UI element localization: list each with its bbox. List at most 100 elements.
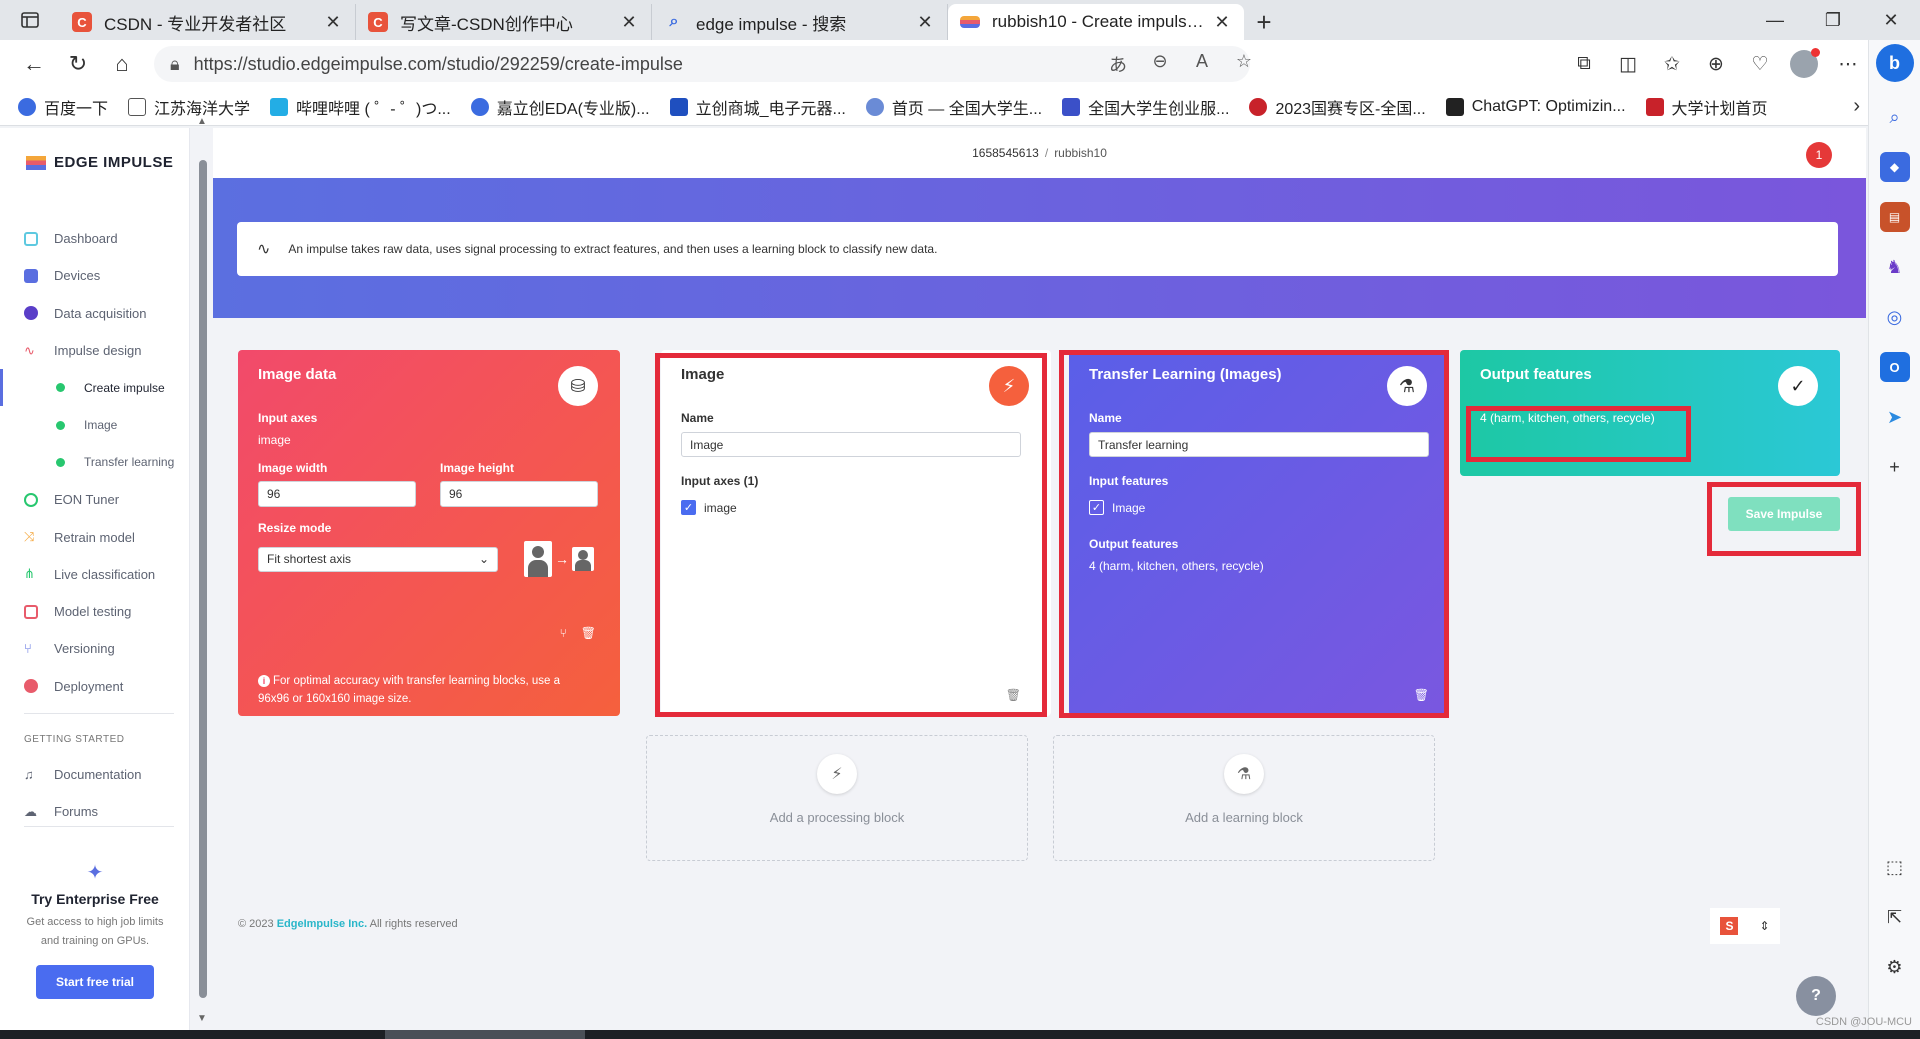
scroll-up-icon[interactable]: ▲ [197,116,207,127]
processing-name-input[interactable]: Image [681,432,1021,457]
lock-icon[interactable]: 🔒︎ [170,54,180,75]
bookmark-item[interactable]: 立创商城_电子元器... [669,95,846,119]
add-icon[interactable]: + [1880,452,1910,482]
add-learning-block-button[interactable]: ⚗︎ Add a learning block [1053,735,1435,861]
sidebar-item-model-testing[interactable]: Model testing [0,593,186,630]
bookmark-item[interactable]: 2023国赛专区-全国... [1249,95,1426,119]
start-free-trial-button[interactable]: Start free trial [36,965,154,999]
sidebar-item-impulse-design[interactable]: ∿ Impulse design [0,332,186,369]
bookmark-item[interactable]: 嘉立创EDA(专业版)... [470,95,650,119]
company-link[interactable]: EdgeImpulse Inc. [277,918,367,930]
resize-illustration-icon: → [524,541,594,577]
browser-tab-search[interactable]: ⌕ edge impulse - 搜索 ✕ [652,4,948,40]
outlook-icon[interactable]: O [1879,352,1910,382]
image-feature-checkbox[interactable]: ✓ [1089,500,1104,515]
favorites-icon[interactable]: ✩ [1650,44,1694,84]
sidebar-item-eon-tuner[interactable]: EON Tuner [0,481,186,518]
sidebar-item-forums[interactable]: ☁ Forums [0,793,186,830]
tab-actions-icon[interactable] [0,0,60,40]
restore-icon[interactable]: ❐ [1804,0,1862,40]
add-processing-block-button[interactable]: ⚡︎ Add a processing block [646,735,1028,861]
browser-tab-csdn-write[interactable]: C 写文章-CSDN创作中心 ✕ [356,4,652,40]
translate-icon[interactable]: あ [1100,51,1136,77]
scroll-down-icon[interactable]: ▼ [197,1013,207,1024]
browser-tab-edge-impulse[interactable]: rubbish10 - Create impulse - Edge ✕ [948,4,1244,40]
horizontal-scroll-thumb[interactable] [385,1030,585,1039]
scrollbar-thumb[interactable] [199,160,207,998]
trash-icon[interactable]: 🗑︎ [1006,688,1021,702]
m365-icon[interactable]: ◎ [1880,302,1910,332]
bookmark-item[interactable]: 江苏海洋大学 [128,95,250,119]
resize-mode-select[interactable]: Fit shortest axis ⌄ [258,546,498,572]
sidebar-item-live-classification[interactable]: ⋔ Live classification [0,556,186,593]
zoom-icon[interactable]: ⊖ [1142,51,1178,77]
sidebar-item-retrain-model[interactable]: ⤨ Retrain model [0,518,186,555]
close-tab-icon[interactable]: ✕ [619,12,639,33]
close-tab-icon[interactable]: ✕ [915,12,935,33]
sidebar-item-data-acquisition[interactable]: Data acquisition [0,295,186,332]
processing-block-card: Image ⚡︎ Name Image Input axes (1) ✓ ima… [661,350,1051,716]
bookmark-item[interactable]: 哔哩哔哩 ( ゜- ゜)つ... [270,95,451,119]
minimize-icon[interactable]: — [1746,0,1804,40]
csdn-widget-icon[interactable]: S [1720,917,1739,935]
sidebar-item-versioning[interactable]: ⑂ Versioning [0,630,186,667]
card-title: Transfer Learning (Images) [1089,366,1282,383]
send-icon[interactable]: ➤ [1880,402,1910,432]
sidebar-item-deployment[interactable]: Deployment [0,668,186,705]
sidebar-item-image[interactable]: Image [0,406,186,443]
help-icon[interactable]: ? [1796,976,1836,1016]
sidebar-scrollbar[interactable]: ▲ ▼ [196,116,210,1030]
extensions-icon[interactable]: ⧉ [1562,44,1606,84]
collections-icon[interactable]: ⊕ [1694,44,1738,84]
trash-icon[interactable]: 🗑︎ [1414,688,1429,702]
branch-icon[interactable]: ⑂ [560,626,567,640]
url-bar[interactable]: 🔒︎ https://studio.edgeimpulse.com/studio… [154,46,1250,82]
sort-arrows-icon[interactable]: ⇕ [1759,919,1769,933]
games-icon[interactable]: ♞ [1880,252,1910,282]
image-axis-checkbox[interactable]: ✓ [681,500,696,515]
profile-avatar[interactable] [1782,44,1826,84]
bookmark-item[interactable]: 百度一下 [18,95,108,119]
bookmark-item[interactable]: 首页 — 全国大学生... [865,95,1042,119]
image-height-input[interactable]: 96 [440,481,598,507]
bookmark-item[interactable]: 大学计划首页 [1645,95,1768,119]
learning-name-input[interactable]: Transfer learning [1089,432,1429,457]
search-icon[interactable]: ⌕ [1880,102,1910,132]
new-tab-button[interactable]: + [1244,4,1284,40]
settings-gear-icon[interactable]: ⚙ [1880,952,1910,982]
more-menu-icon[interactable]: ⋯ [1826,44,1870,84]
tag-icon[interactable]: ◆ [1879,152,1910,182]
floating-widget[interactable]: S ⇕ [1710,908,1780,944]
bookmark-item[interactable]: 全国大学生创业服... [1062,95,1229,119]
image-width-input[interactable]: 96 [258,481,416,507]
close-tab-icon[interactable]: ✕ [1212,12,1232,33]
project-name[interactable]: rubbish10 [1054,146,1107,160]
notification-badge[interactable]: 1 [1806,142,1832,168]
bing-icon[interactable]: b [1875,44,1914,82]
split-screen-icon[interactable]: ◫ [1606,44,1650,84]
bookmark-item[interactable]: ChatGPT: Optimizin... [1445,97,1626,116]
sidebar-item-transfer-learning[interactable]: Transfer learning [0,444,186,481]
back-icon[interactable]: ← [12,42,56,86]
sidebar-item-create-impulse[interactable]: Create impulse [0,369,186,407]
home-icon[interactable]: ⌂ [100,42,144,86]
sidebar-item-devices[interactable]: Devices [0,257,186,294]
logo-text: EDGE IMPULSE [54,154,174,171]
refresh-icon[interactable]: ↻ [56,42,100,86]
toolbox-icon[interactable]: ▤ [1879,202,1910,232]
read-aloud-icon[interactable]: A [1184,51,1220,77]
edge-impulse-logo[interactable]: EDGE IMPULSE [26,154,173,171]
open-external-icon[interactable]: ⇱ [1880,902,1910,932]
screenshot-icon[interactable]: ⬚ [1880,852,1910,882]
chevron-right-icon[interactable]: › [1853,95,1860,118]
project-id[interactable]: 1658545613 [972,146,1039,160]
sidebar-item-dashboard[interactable]: Dashboard [0,220,186,257]
close-tab-icon[interactable]: ✕ [323,12,343,33]
close-window-icon[interactable]: ✕ [1862,0,1920,40]
save-impulse-button[interactable]: Save Impulse [1728,497,1840,531]
browser-tab-csdn[interactable]: C CSDN - 专业开发者社区 ✕ [60,4,356,40]
favorite-star-icon[interactable]: ☆ [1226,51,1262,77]
sidebar-item-documentation[interactable]: ♫ Documentation [0,756,186,793]
trash-icon[interactable]: 🗑︎ [581,626,596,640]
performance-icon[interactable]: ♡ [1738,44,1782,84]
